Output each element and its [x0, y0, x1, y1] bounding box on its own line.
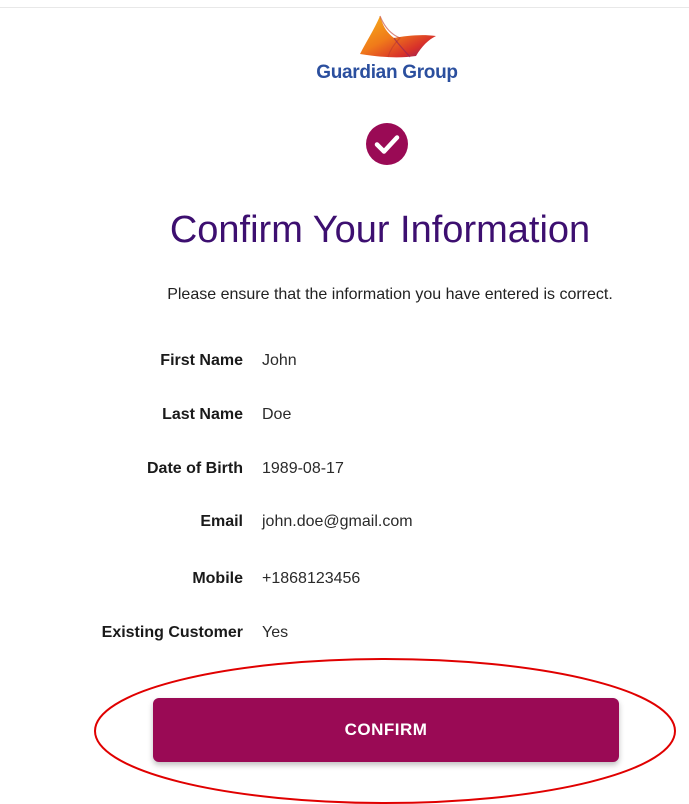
first-name-value: John [262, 352, 297, 369]
brand-name: Guardian Group [316, 62, 458, 83]
confirmation-page: Guardian Group Confirm Your Information … [0, 0, 689, 804]
info-row-existing-customer: Existing Customer Yes [0, 621, 689, 645]
page-title: Confirm Your Information [169, 209, 591, 251]
check-circle-icon [366, 123, 408, 165]
info-row-email: Email john.doe@gmail.com [0, 510, 689, 534]
mobile-value: +1868123456 [262, 570, 361, 587]
mobile-label: Mobile [192, 570, 243, 587]
highlight-annotation-ellipse [94, 658, 676, 804]
existing-customer-value: Yes [262, 624, 289, 641]
date-of-birth-value: 1989-08-17 [262, 460, 344, 477]
last-name-label: Last Name [162, 406, 243, 423]
top-divider [0, 7, 689, 8]
email-label: Email [200, 513, 243, 530]
existing-customer-label: Existing Customer [101, 624, 243, 641]
first-name-label: First Name [160, 352, 243, 369]
confirm-button[interactable]: CONFIRM [153, 698, 619, 762]
last-name-value: Doe [262, 406, 292, 423]
email-value: john.doe@gmail.com [262, 513, 413, 530]
info-row-mobile: Mobile +1868123456 [0, 567, 689, 591]
info-row-date-of-birth: Date of Birth 1989-08-17 [0, 457, 689, 481]
page-subtitle: Please ensure that the information you h… [167, 286, 613, 303]
info-row-last-name: Last Name Doe [0, 403, 689, 427]
guardian-flame-logo-icon [360, 15, 436, 58]
info-row-first-name: First Name John [0, 349, 689, 373]
date-of-birth-label: Date of Birth [147, 460, 243, 477]
